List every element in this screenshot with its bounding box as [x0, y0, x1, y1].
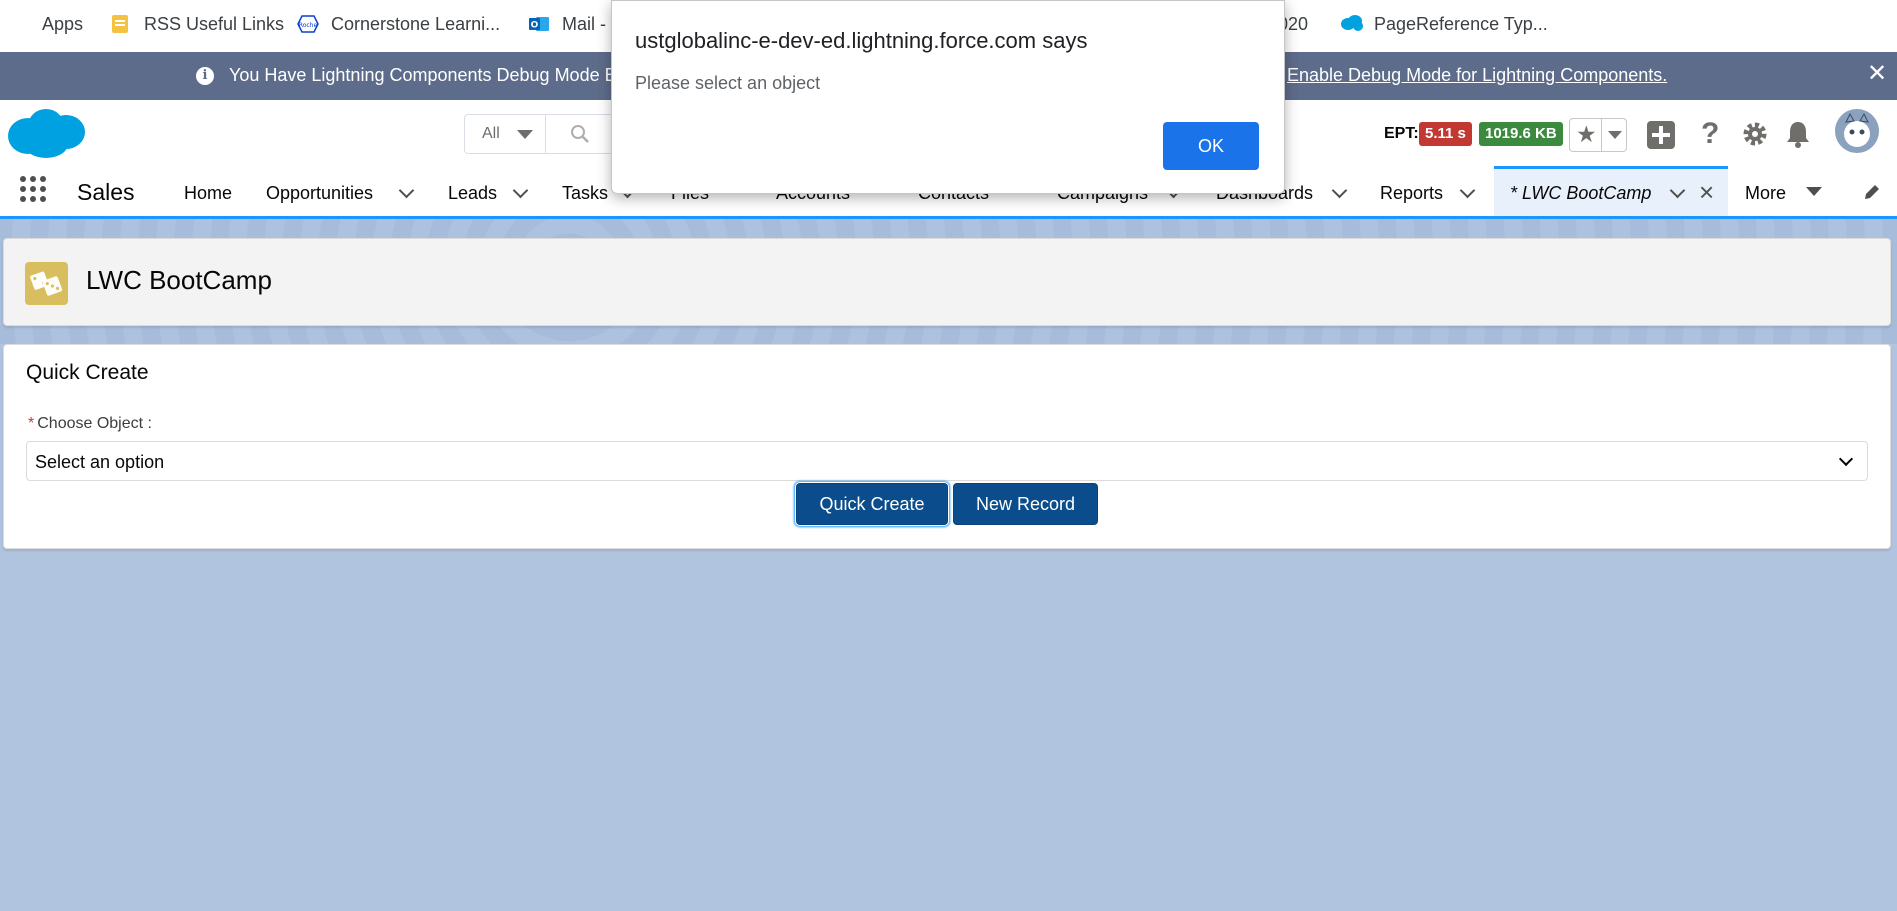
- banner-message: You Have Lightning Components Debug Mode…: [229, 65, 617, 85]
- ept-label: EPT:: [1384, 125, 1419, 142]
- new-record-button[interactable]: New Record: [953, 483, 1098, 525]
- help-icon[interactable]: ?: [1701, 117, 1719, 151]
- bookmark-mail[interactable]: O Mail -: [528, 12, 606, 36]
- roche-icon: Roche: [297, 14, 319, 34]
- field-label-text: Choose Object :: [37, 415, 152, 432]
- app-launcher-icon[interactable]: [20, 176, 46, 202]
- gear-icon[interactable]: [1741, 120, 1769, 153]
- bookmark-rss-useful-links[interactable]: RSS Useful Links: [110, 12, 284, 36]
- alert-dialog: ustglobalinc-e-dev-ed.lightning.force.co…: [611, 0, 1285, 194]
- caret-down-icon[interactable]: [1608, 131, 1622, 139]
- favorites-button-group[interactable]: ★: [1569, 118, 1627, 152]
- bookmark-label: Mail -: [562, 13, 606, 34]
- nav-item-leads[interactable]: Leads: [448, 183, 497, 204]
- salesforce-logo[interactable]: [6, 104, 86, 160]
- dice-icon: [25, 262, 68, 305]
- bookmark-label: RSS Useful Links: [144, 13, 285, 34]
- required-marker: *: [28, 415, 35, 432]
- svg-text:Roche: Roche: [299, 22, 318, 29]
- app-name: Sales: [77, 179, 135, 205]
- bookmark-apps[interactable]: Apps: [8, 12, 83, 36]
- nav-more[interactable]: More: [1745, 183, 1786, 204]
- quick-create-button[interactable]: Quick Create: [796, 483, 948, 525]
- dialog-title: ustglobalinc-e-dev-ed.lightning.force.co…: [635, 28, 1088, 53]
- bookmark-cornerstone[interactable]: Roche Cornerstone Learni...: [297, 12, 500, 36]
- nav-item-opportunities[interactable]: Opportunities: [266, 183, 373, 204]
- close-tab-icon[interactable]: ×: [1699, 177, 1714, 208]
- card-title: Quick Create: [26, 361, 149, 384]
- chevron-down-icon: [1838, 451, 1854, 467]
- star-icon[interactable]: ★: [1576, 121, 1597, 148]
- choose-object-label: * Choose Object :: [28, 415, 152, 433]
- page-size-badge: 1019.6 KB: [1479, 122, 1563, 146]
- close-icon[interactable]: ✕: [1867, 62, 1887, 86]
- page-title: LWC BootCamp: [86, 265, 272, 295]
- page-header: LWC BootCamp: [3, 238, 1891, 326]
- tab-label: * LWC BootCamp: [1510, 183, 1652, 203]
- enable-debug-mode-link[interactable]: Enable Debug Mode for Lightning Componen…: [1287, 65, 1667, 86]
- ok-button[interactable]: OK: [1163, 122, 1259, 170]
- bookmark-label: PageReference Typ...: [1374, 13, 1548, 34]
- folder-icon: [110, 14, 130, 34]
- quick-create-card: Quick Create * Choose Object : Select an …: [3, 344, 1891, 549]
- choose-object-select[interactable]: Select an option: [26, 441, 1868, 481]
- select-value: Select an option: [35, 452, 165, 472]
- dialog-message: Please select an object: [635, 73, 821, 93]
- tab-lwc-bootcamp[interactable]: * LWC BootCamp ×: [1494, 166, 1728, 216]
- caret-down-icon[interactable]: [1806, 187, 1822, 196]
- caret-down-icon: [517, 130, 533, 139]
- search-icon: [570, 124, 590, 144]
- outlook-icon: O: [528, 14, 549, 34]
- info-icon: i: [196, 67, 214, 85]
- nav-item-home[interactable]: Home: [184, 183, 232, 204]
- ept-badge: 5.11 s: [1419, 122, 1472, 146]
- svg-text:O: O: [531, 21, 539, 31]
- avatar[interactable]: [1834, 108, 1880, 159]
- bookmark-label: Apps: [42, 13, 84, 34]
- nav-item-reports[interactable]: Reports: [1380, 183, 1443, 204]
- global-actions-icon[interactable]: [1647, 121, 1675, 154]
- edit-nav-pencil-icon[interactable]: [1862, 182, 1882, 207]
- bookmark-label: Cornerstone Learni...: [331, 13, 501, 34]
- apps-grid-icon: [8, 14, 28, 34]
- bell-icon[interactable]: [1785, 120, 1811, 153]
- salesforce-cloud-icon: [1340, 14, 1363, 34]
- chevron-down-icon[interactable]: [1669, 182, 1686, 199]
- search-scope-dropdown[interactable]: All: [465, 115, 546, 153]
- search-scope-label: All: [482, 125, 500, 142]
- bookmark-pagereference[interactable]: PageReference Typ...: [1340, 12, 1548, 36]
- nav-item-tasks[interactable]: Tasks: [562, 183, 608, 204]
